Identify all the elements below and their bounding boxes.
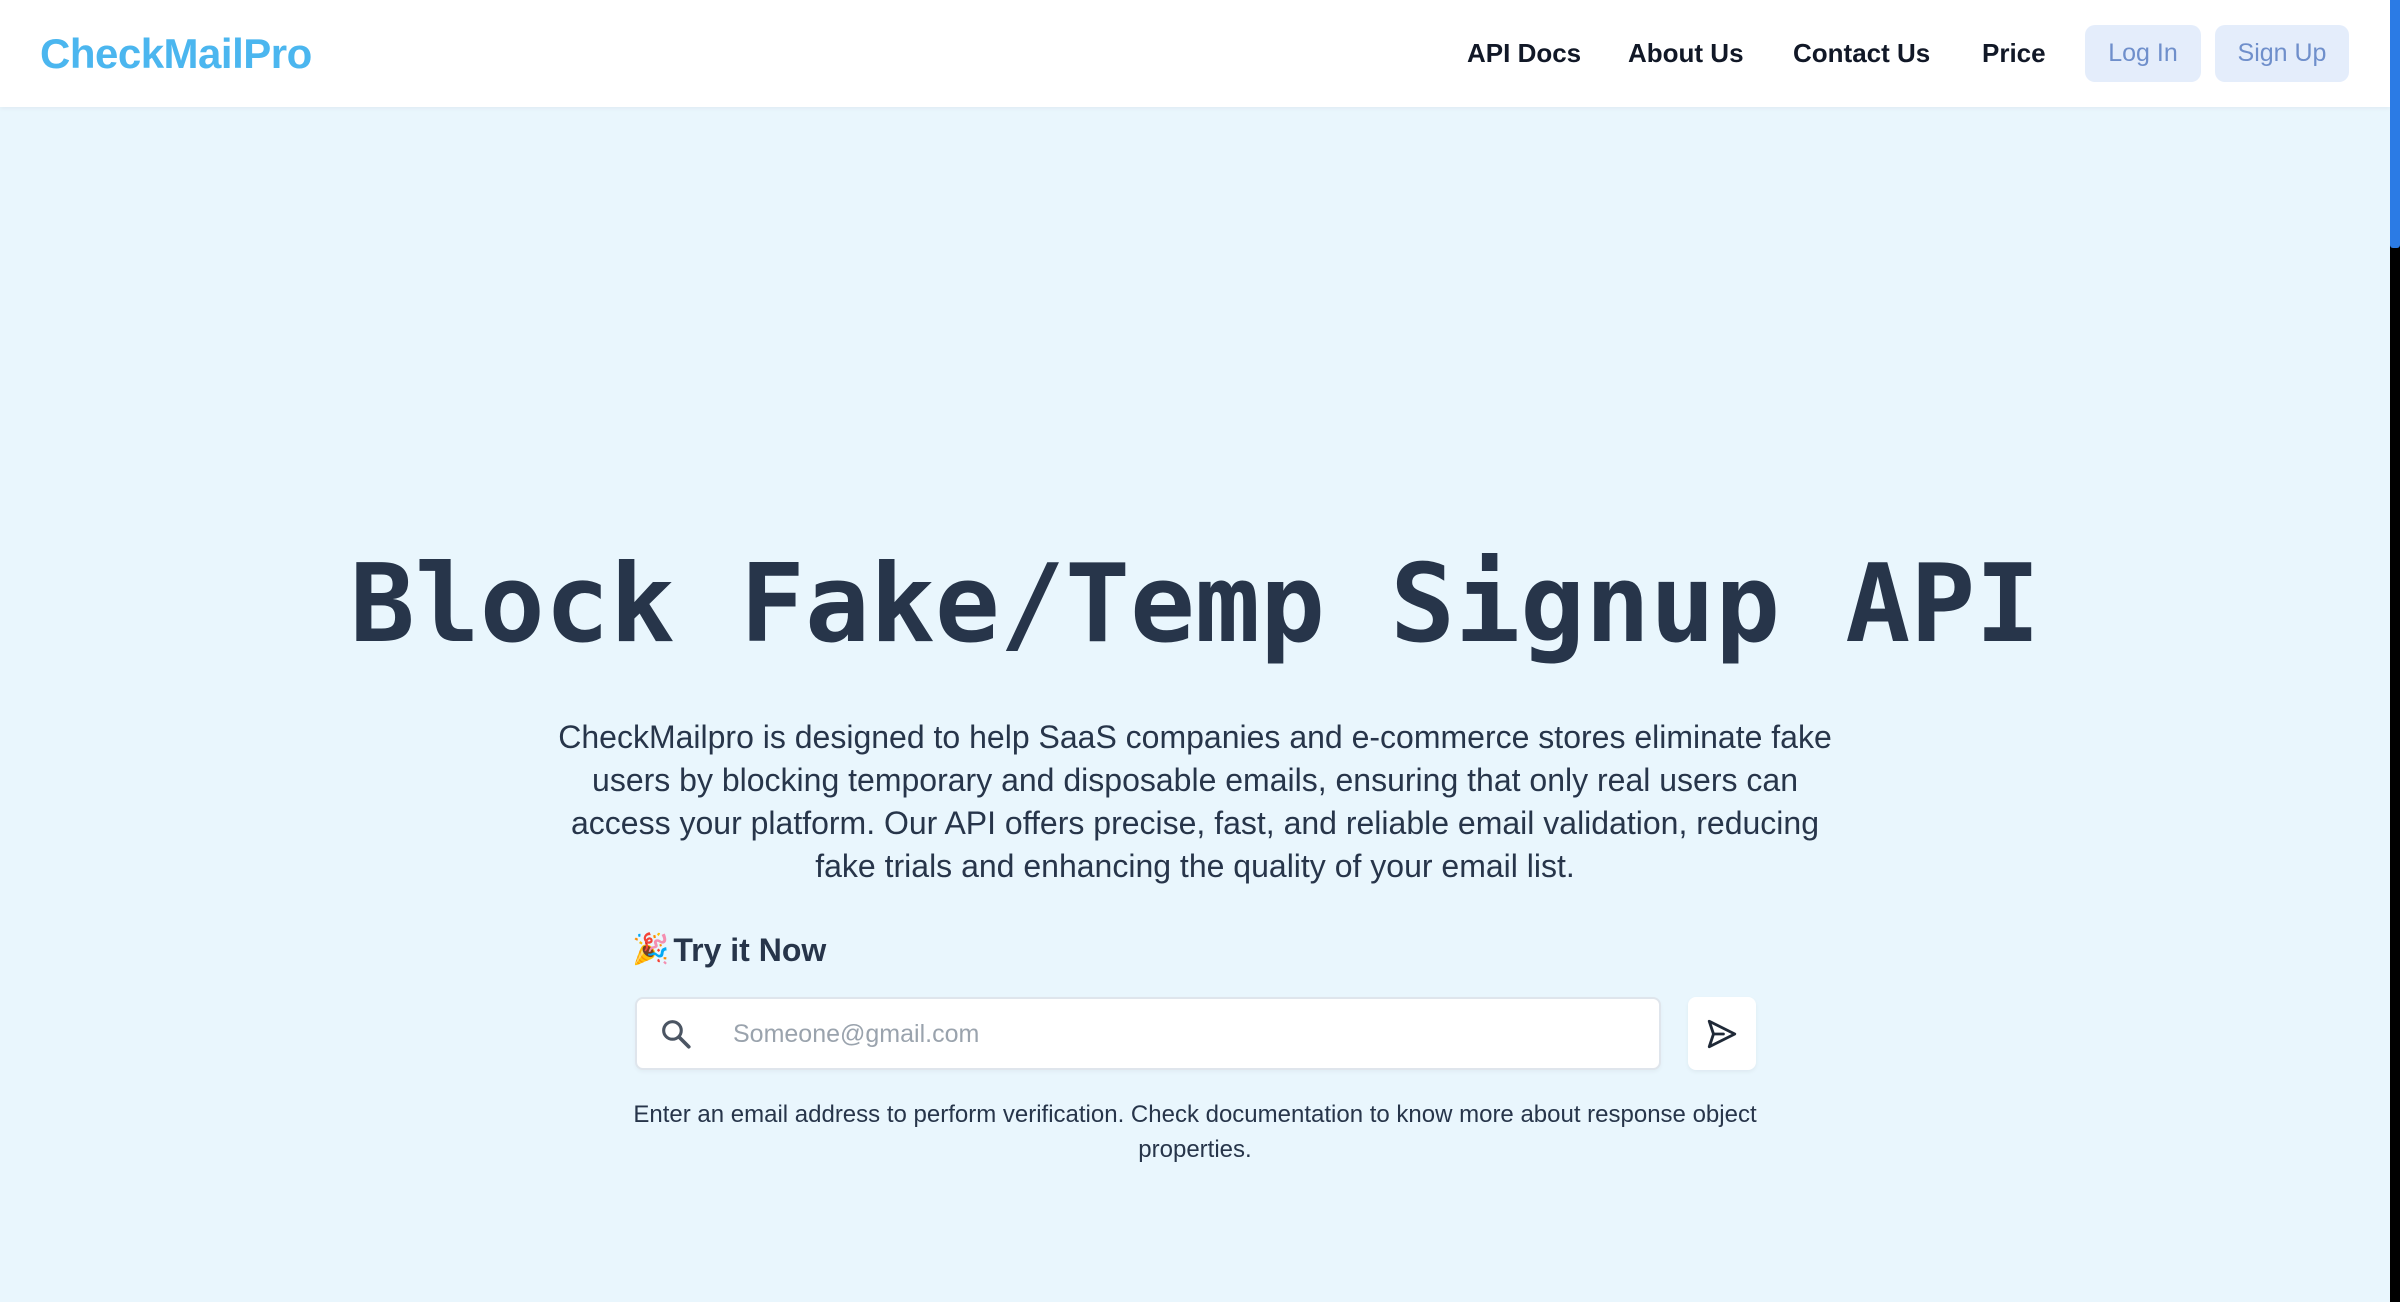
- page-viewport: CheckMailPro API Docs About Us Contact U…: [0, 0, 2390, 1302]
- brand-logo[interactable]: CheckMailPro: [40, 26, 312, 82]
- scrollbar-thumb[interactable]: [2390, 0, 2400, 248]
- helper-text: Enter an email address to perform verifi…: [633, 1101, 1757, 1163]
- nav-link-price[interactable]: Price: [1982, 33, 2046, 73]
- login-button[interactable]: Log In: [2085, 25, 2201, 82]
- nav-link-about-us[interactable]: About Us: [1628, 33, 1744, 73]
- search-icon: [662, 1020, 691, 1049]
- email-search-box: [635, 997, 1661, 1070]
- send-button[interactable]: [1688, 997, 1756, 1070]
- party-popper-icon: 🎉: [632, 933, 670, 966]
- hero-title: Block Fake/Temp Signup API: [349, 542, 2041, 667]
- try-it-heading: 🎉 Try it Now: [632, 928, 826, 972]
- nav-link-contact-us[interactable]: Contact Us: [1793, 33, 1930, 73]
- email-input[interactable]: [733, 1009, 1633, 1059]
- try-it-label: Try it Now: [673, 932, 827, 968]
- nav-link-api-docs[interactable]: API Docs: [1467, 33, 1581, 73]
- send-icon: [1707, 1019, 1737, 1048]
- signup-button[interactable]: Sign Up: [2215, 25, 2349, 82]
- hero-description: CheckMailpro is designed to help SaaS co…: [558, 719, 1832, 884]
- site-header: CheckMailPro API Docs About Us Contact U…: [0, 0, 2390, 107]
